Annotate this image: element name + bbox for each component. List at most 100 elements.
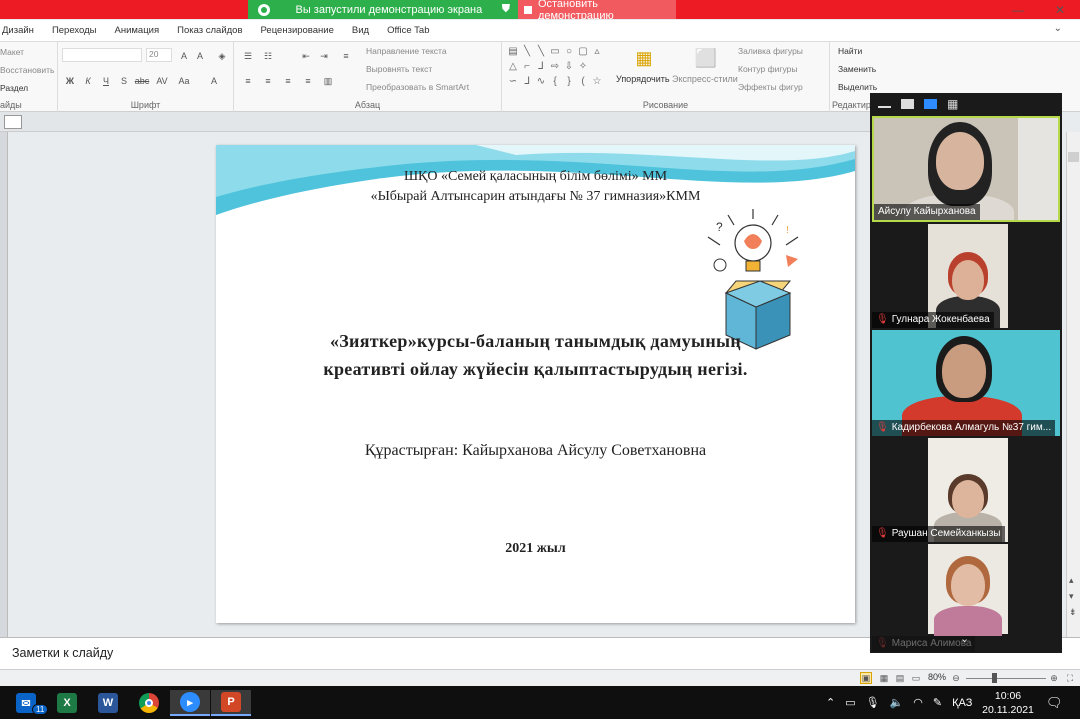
shape-arrow-down-icon[interactable]: ⇩ (562, 61, 576, 76)
network-icon[interactable]: ◠ (913, 696, 923, 709)
section-button[interactable]: Раздел (0, 83, 28, 93)
justify-icon[interactable]: ≡ (302, 75, 314, 87)
shape-brace2-icon[interactable]: } (562, 76, 576, 91)
select-button[interactable]: Выделить (838, 82, 877, 92)
shape-line2-icon[interactable]: ╲ (534, 46, 548, 61)
underline-icon[interactable]: Ч (100, 75, 112, 87)
tab-slideshow[interactable]: Показ слайдов (168, 25, 251, 36)
increase-indent-icon[interactable]: ⇥ (318, 50, 330, 62)
taskbar-mail[interactable]: ✉ 11 (6, 690, 49, 716)
participant-tile-4[interactable]: 🎙 Раушан Семейханкызы (872, 438, 1060, 542)
reading-view-icon[interactable]: ▤ (894, 672, 906, 684)
arrange-button[interactable]: Упорядочить (616, 74, 670, 84)
align-right-icon[interactable]: ≡ (282, 75, 294, 87)
grow-font-icon[interactable]: A (178, 50, 190, 62)
battery-icon[interactable]: ▭ (845, 696, 855, 709)
shape-arrow-right-icon[interactable]: ⇨ (548, 61, 562, 76)
participant-tile-5[interactable]: ⌄ 🎙 Мариса Алимова (872, 544, 1060, 652)
ribbon-expand-icon[interactable]: ⌄ (1054, 23, 1062, 34)
tab-animation[interactable]: Анимация (106, 25, 169, 36)
minimize-panel-icon[interactable] (878, 106, 891, 108)
align-left-icon[interactable]: ≡ (242, 75, 254, 87)
shrink-font-icon[interactable]: A (194, 50, 206, 62)
zoom-out-icon[interactable]: ⊖ (950, 672, 962, 684)
share-status-indicator[interactable]: Вы запустили демонстрацию экрана ⛊ (248, 0, 518, 19)
zoom-in-icon[interactable]: ⊕ (1048, 672, 1060, 684)
minimize-icon[interactable]: — (998, 0, 1038, 20)
layout-button[interactable]: Макет (0, 47, 24, 57)
taskbar-chrome[interactable] (129, 690, 169, 716)
zoom-slider-thumb[interactable] (992, 673, 997, 683)
scroll-thumb[interactable] (1068, 152, 1079, 162)
shape-bracket-icon[interactable]: ( (576, 76, 590, 91)
language-indicator[interactable]: ҚАЗ (952, 697, 972, 709)
tab-transitions[interactable]: Переходы (43, 25, 106, 36)
quick-styles-button[interactable]: Экспресс-стили (672, 74, 738, 84)
shapes-gallery[interactable]: ▤ ╲ ╲ ▭ ○ ▢ ▵ △ ⌐ ⅃ ⇨ ⇩ ✧ ∽ ᒧ ∿ { } ( ☆ (506, 46, 606, 92)
shape-roundrect-icon[interactable]: ▢ (576, 46, 590, 61)
shape-lshape-icon[interactable]: ᒧ (520, 76, 534, 91)
shape-star-icon[interactable]: ✧ (576, 61, 590, 76)
reset-button[interactable]: Восстановить (0, 65, 54, 75)
shape-star5-icon[interactable]: ☆ (590, 76, 604, 91)
gallery-view-icon[interactable]: ▦ (947, 97, 958, 111)
shape-outline-button[interactable]: Контур фигуры (738, 64, 797, 74)
text-direction-button[interactable]: Направление текста (366, 46, 447, 56)
slideshow-view-icon[interactable]: ▭ (910, 672, 922, 684)
stop-share-button[interactable]: Остановить демонстрацию (518, 0, 676, 22)
tab-office-tab[interactable]: Office Tab (378, 25, 438, 36)
font-size-select[interactable]: 20 (146, 48, 172, 62)
vertical-scrollbar[interactable]: ▴ ▾ ⇟ (1066, 132, 1080, 637)
taskbar-zoom[interactable]: ▸ (170, 690, 210, 716)
zoom-slider[interactable] (966, 678, 1046, 679)
fit-slide-icon[interactable]: ⛶ (1064, 672, 1076, 684)
thumbnail-view-icon[interactable] (901, 99, 914, 109)
taskbar-clock[interactable]: 10:06 20.11.2021 (978, 689, 1038, 717)
decrease-indent-icon[interactable]: ⇤ (300, 50, 312, 62)
sorter-view-icon[interactable]: ▦ (878, 672, 890, 684)
shape-curve-icon[interactable]: ∽ (506, 76, 520, 91)
pen-icon[interactable]: ✎ (933, 696, 942, 709)
shape-wave-icon[interactable]: ∿ (534, 76, 548, 91)
spacing-icon[interactable]: AV (156, 75, 168, 87)
tray-expand-icon[interactable]: ⌃ (826, 696, 835, 709)
italic-icon[interactable]: К (82, 75, 94, 87)
shape-blank-icon[interactable] (590, 61, 604, 76)
shape-elbow-icon[interactable]: ⅃ (534, 61, 548, 76)
shape-rect-icon[interactable]: ▭ (548, 46, 562, 61)
find-button[interactable]: Найти (838, 46, 862, 56)
speaker-view-icon[interactable] (924, 99, 937, 109)
shape-fill-button[interactable]: Заливка фигуры (738, 46, 803, 56)
font-color-icon[interactable]: A (208, 75, 220, 87)
columns-icon[interactable]: ▥ (322, 75, 334, 87)
font-family-select[interactable] (62, 48, 142, 62)
shape-oval-icon[interactable]: ○ (562, 46, 576, 61)
case-icon[interactable]: Aa (178, 75, 190, 87)
shape-connector-icon[interactable]: ⌐ (520, 61, 534, 76)
tab-design[interactable]: Дизайн (0, 25, 43, 36)
normal-view-icon[interactable]: ▣ (860, 672, 872, 684)
shape-line-icon[interactable]: ╲ (520, 46, 534, 61)
participant-tile-2[interactable]: 🎙 Гулнара Жокенбаева (872, 224, 1060, 328)
shape-triangle-icon[interactable]: ▵ (590, 46, 604, 61)
shape-tri-icon[interactable]: △ (506, 61, 520, 76)
slide-thumbnails-panel[interactable] (0, 132, 8, 637)
arrange-icon[interactable]: ▦ (632, 46, 656, 70)
shadow-icon[interactable]: S (118, 75, 130, 87)
strikethrough-icon[interactable]: abc (135, 75, 150, 87)
bold-icon[interactable]: Ж (64, 75, 76, 87)
current-slide[interactable]: ШҚО «Семей қаласының білім бөлімі» ММ «Ы… (216, 145, 855, 623)
align-center-icon[interactable]: ≡ (262, 75, 274, 87)
replace-button[interactable]: Заменить (838, 64, 876, 74)
close-icon[interactable]: ✕ (1040, 0, 1080, 20)
tab-view[interactable]: Вид (343, 25, 378, 36)
volume-icon[interactable]: 🔈 (890, 696, 904, 709)
scroll-nav-icon[interactable]: ▴ ▾ ⇟ (1069, 572, 1077, 620)
zoom-level[interactable]: 80% (928, 672, 946, 682)
microphone-icon[interactable]: 🎙 (866, 696, 880, 709)
new-tab-button[interactable] (4, 115, 22, 129)
taskbar-excel[interactable]: X (47, 690, 87, 716)
participant-tile-1[interactable]: Айсулу Кайырханова (872, 116, 1060, 222)
shape-brace-icon[interactable]: { (548, 76, 562, 91)
clear-format-icon[interactable]: ◈ (216, 50, 228, 62)
